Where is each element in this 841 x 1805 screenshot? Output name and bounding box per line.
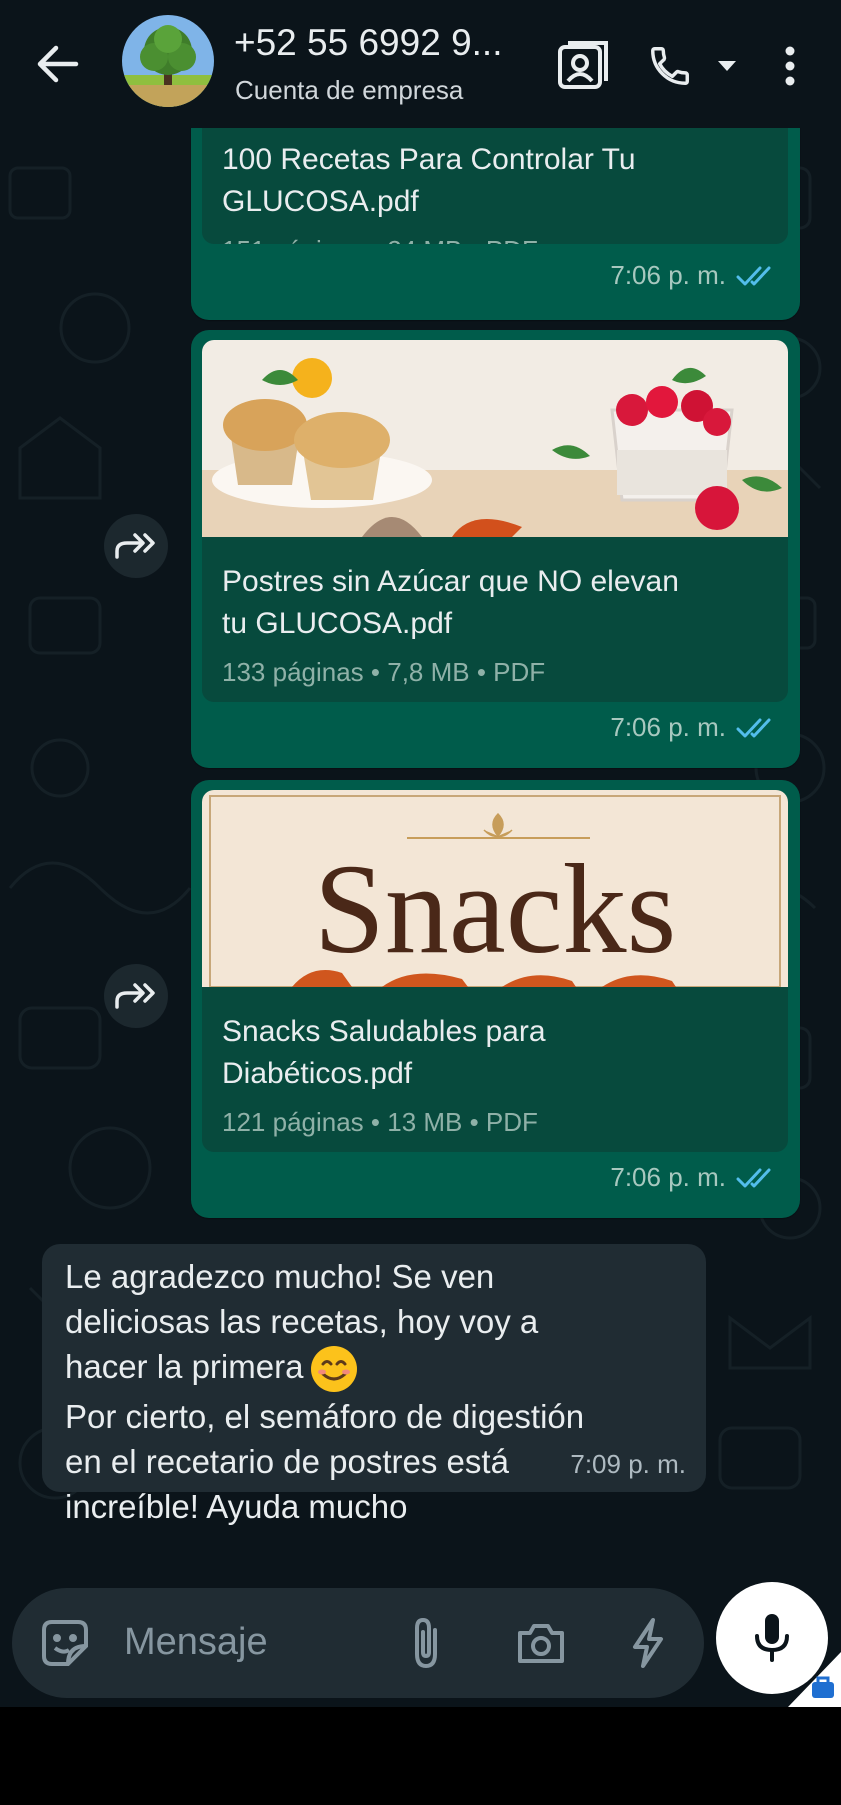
avatar[interactable] xyxy=(122,15,214,107)
thumbnail-title: Snacks xyxy=(314,838,677,980)
chat-header: +52 55 6992 9... Cuenta de empresa xyxy=(0,0,841,128)
document-name: Postres sin Azúcar que NO elevan tu GLUC… xyxy=(222,565,679,640)
back-arrow-icon[interactable] xyxy=(28,30,88,98)
message-list[interactable]: 100 Recetas Para Controlar Tu GLUCOSA.pd… xyxy=(0,88,841,1707)
paperclip-icon[interactable] xyxy=(402,1614,450,1672)
business-corner-badge-icon xyxy=(788,1652,841,1707)
double-check-icon xyxy=(736,266,771,285)
document-name: Snacks Saludables para Diabéticos.pdf xyxy=(222,1015,546,1090)
message-text: Le agradezco mucho! Se ven deliciosas la… xyxy=(65,1258,585,1526)
message-input[interactable]: Mensaje xyxy=(124,1621,268,1664)
message-time: 7:06 p. m. xyxy=(610,260,726,290)
message-composer[interactable]: Mensaje xyxy=(12,1588,704,1698)
microphone-icon xyxy=(755,1614,789,1662)
message-time: 7:06 p. m. xyxy=(610,1162,726,1192)
message-time: 7:06 p. m. xyxy=(610,712,726,742)
document-meta: 151 páginas • 24 MB • PDF xyxy=(222,235,538,244)
quick-replies-bolt-icon[interactable] xyxy=(626,1614,670,1672)
document-meta: 121 páginas • 13 MB • PDF xyxy=(222,1107,538,1137)
sticker-icon[interactable] xyxy=(38,1616,92,1670)
message-bubble-outgoing[interactable]: Snacks Snacks Saludables para Diabéticos… xyxy=(191,780,800,1218)
document-thumbnail xyxy=(202,340,788,537)
double-check-icon xyxy=(736,1168,771,1187)
camera-icon[interactable] xyxy=(514,1616,568,1670)
call-options-caret-icon[interactable] xyxy=(707,48,747,84)
document-card[interactable]: Postres sin Azúcar que NO elevan tu GLUC… xyxy=(202,340,788,702)
message-time: 7:09 p. m. xyxy=(570,1449,686,1479)
message-bubble-incoming[interactable]: Le agradezco mucho! Se ven deliciosas la… xyxy=(42,1244,706,1525)
contact-card-icon[interactable] xyxy=(550,34,616,98)
phone-icon[interactable] xyxy=(640,36,700,96)
document-name: 100 Recetas Para Controlar Tu GLUCOSA.pd… xyxy=(222,143,636,218)
chat-screen: +52 55 6992 9... Cuenta de empresa 100 R… xyxy=(0,0,841,1707)
smiling-face-emoji-icon xyxy=(311,1346,358,1393)
more-options-icon[interactable] xyxy=(768,34,812,98)
message-status: 7:06 p. m. xyxy=(610,712,776,743)
document-thumbnail: Snacks xyxy=(202,790,788,987)
contact-subtitle[interactable]: Cuenta de empresa xyxy=(235,75,463,106)
double-check-icon xyxy=(736,718,771,737)
message-bubble-outgoing[interactable]: Postres sin Azúcar que NO elevan tu GLUC… xyxy=(191,330,800,768)
contact-name[interactable]: +52 55 6992 9... xyxy=(234,22,503,64)
message-status: 7:06 p. m. xyxy=(610,260,776,291)
message-status: 7:06 p. m. xyxy=(610,1162,776,1193)
document-meta: 133 páginas • 7,8 MB • PDF xyxy=(222,657,546,687)
forward-icon[interactable] xyxy=(104,964,168,1028)
forward-icon[interactable] xyxy=(104,514,168,578)
document-card[interactable]: Snacks Snacks Saludables para Diabéticos… xyxy=(202,790,788,1152)
